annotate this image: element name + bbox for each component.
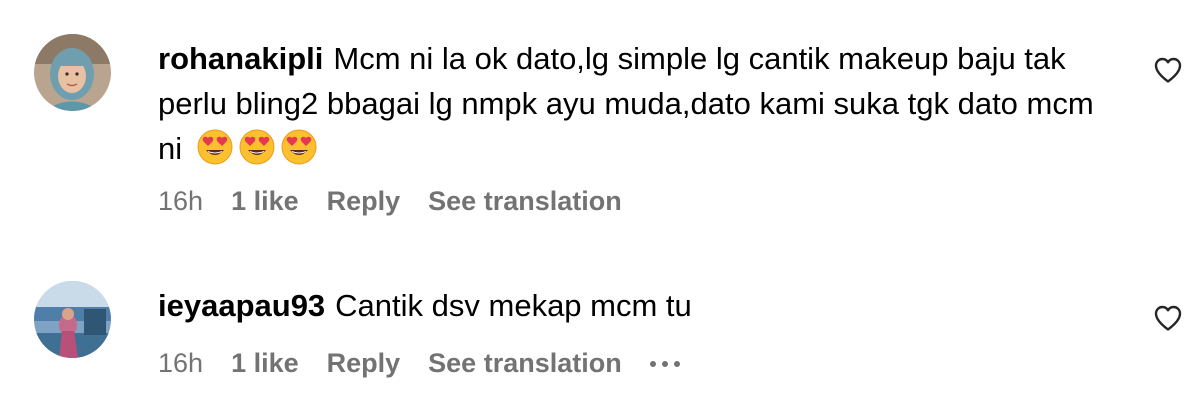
comment-item: rohanakipli Mcm ni la ok dato,lg simple l… bbox=[0, 0, 1200, 250]
see-translation-button[interactable]: See translation bbox=[428, 186, 622, 217]
heart-outline-icon[interactable] bbox=[1153, 56, 1183, 84]
see-translation-button[interactable]: See translation bbox=[428, 348, 622, 379]
comment-meta: 16h 1 like Reply See translation bbox=[158, 348, 680, 379]
avatar[interactable] bbox=[34, 281, 111, 358]
smiling-face-with-heart-eyes-icon bbox=[239, 129, 275, 165]
reply-button[interactable]: Reply bbox=[327, 186, 401, 217]
comment-username[interactable]: ieyaapau93 bbox=[158, 288, 325, 323]
avatar[interactable] bbox=[34, 34, 111, 111]
comment-body: Cantik dsv mekap mcm tu bbox=[335, 288, 692, 323]
comment-username[interactable]: rohanakipli bbox=[158, 41, 323, 76]
smiling-face-with-heart-eyes-icon bbox=[281, 129, 317, 165]
smiling-face-with-heart-eyes-icon bbox=[197, 129, 233, 165]
likes-count[interactable]: 1 like bbox=[231, 186, 299, 217]
more-options-icon[interactable] bbox=[649, 350, 680, 377]
comment-timestamp[interactable]: 16h bbox=[158, 186, 203, 217]
heart-outline-icon[interactable] bbox=[1153, 304, 1183, 332]
likes-count[interactable]: 1 like bbox=[231, 348, 299, 379]
comment-text: ieyaapau93 Cantik dsv mekap mcm tu bbox=[158, 283, 1118, 328]
comment-meta: 16h 1 like Reply See translation bbox=[158, 186, 622, 217]
comment-item: ieyaapau93 Cantik dsv mekap mcm tu 16h 1 … bbox=[0, 262, 1200, 413]
reply-button[interactable]: Reply bbox=[327, 348, 401, 379]
comment-text: rohanakipli Mcm ni la ok dato,lg simple l… bbox=[158, 36, 1118, 171]
comment-timestamp[interactable]: 16h bbox=[158, 348, 203, 379]
